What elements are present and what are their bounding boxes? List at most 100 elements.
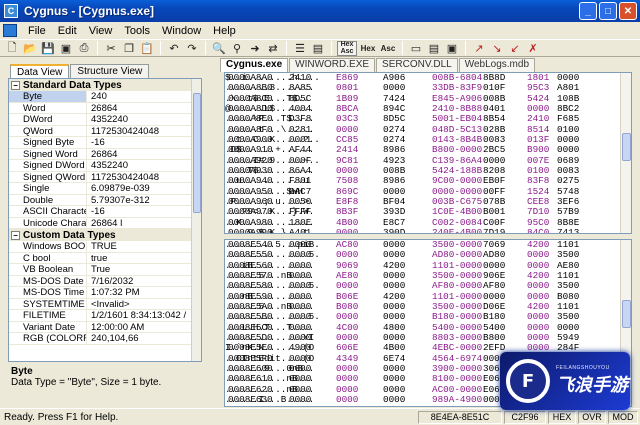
- status-text: Ready. Press F1 for Help.: [4, 411, 119, 423]
- find-next-icon[interactable]: ⚲: [229, 41, 245, 56]
- property-row[interactable]: ASCII Character -16: [9, 206, 201, 218]
- collapse-icon[interactable]: −: [11, 230, 20, 240]
- split-vertical-icon[interactable]: ▤: [426, 41, 442, 56]
- property-row[interactable]: VB Boolean True: [9, 264, 201, 276]
- logo-mark: F: [506, 359, 550, 403]
- tool3-icon[interactable]: ↙: [507, 41, 523, 56]
- tool2-icon[interactable]: ↘: [489, 41, 505, 56]
- property-row[interactable]: Double 5.79307e-312: [9, 194, 201, 206]
- save-all-icon[interactable]: ▣: [58, 41, 74, 56]
- property-row[interactable]: RGB (COLORREF) 240,104,66: [9, 333, 201, 345]
- menu-file[interactable]: File: [22, 25, 52, 37]
- property-name: Byte: [9, 91, 87, 102]
- tab-structure-view[interactable]: Structure View: [70, 64, 150, 78]
- undo-icon[interactable]: ↶: [166, 41, 182, 56]
- print-icon[interactable]: ⎙: [76, 41, 92, 56]
- menu-help[interactable]: Help: [207, 25, 242, 37]
- find-icon[interactable]: 🔍: [211, 41, 227, 56]
- properties-icon[interactable]: ▤: [310, 41, 326, 56]
- scrollbar-thumb[interactable]: [622, 300, 631, 328]
- cut-icon[interactable]: ✂: [103, 41, 119, 56]
- property-row[interactable]: C bool true: [9, 252, 201, 264]
- tab-weblogs-mdb[interactable]: WebLogs.mdb: [458, 58, 535, 72]
- property-row[interactable]: Signed Word 26864: [9, 148, 201, 160]
- tab-serconv-dll[interactable]: SERCONV.DLL: [376, 58, 458, 72]
- hex-bytes: 6F74: [383, 405, 405, 406]
- toolbar-separator: [205, 41, 206, 55]
- hex-button[interactable]: Hex: [359, 41, 377, 56]
- copy-icon[interactable]: ❐: [121, 41, 137, 56]
- property-group[interactable]: − Custom Data Types: [9, 229, 201, 241]
- asc-button[interactable]: Asc: [379, 41, 397, 56]
- window-icon[interactable]: ▣: [444, 41, 460, 56]
- property-row[interactable]: QWord 1172530424048: [9, 125, 201, 137]
- goto-icon[interactable]: ➜: [247, 41, 263, 56]
- tab-cygnus-exe[interactable]: Cygnus.exe: [220, 58, 289, 72]
- menu-view[interactable]: View: [83, 25, 119, 37]
- property-value: 240: [91, 91, 107, 102]
- split-horizontal-icon[interactable]: ▭: [408, 41, 424, 56]
- property-grid: − Standard Data Types Byte 240 Word 26864 DWor…: [8, 78, 202, 362]
- menu-tools[interactable]: Tools: [118, 25, 156, 37]
- vertical-scrollbar[interactable]: [191, 79, 201, 361]
- vertical-scrollbar[interactable]: [620, 73, 631, 233]
- paste-icon[interactable]: 📋: [139, 41, 155, 56]
- property-row[interactable]: Unicode Character 26864 ǀ: [9, 217, 201, 229]
- toolbar-separator: [160, 41, 161, 55]
- property-value: 26864: [91, 148, 118, 160]
- hex-bytes: 5320-636F: [432, 405, 482, 406]
- status-mod-flag: MOD: [608, 411, 638, 424]
- property-row[interactable]: Single 6.09879e-039: [9, 183, 201, 195]
- description-title: Byte: [11, 366, 33, 377]
- property-value: 12:00:00 AM: [91, 321, 145, 333]
- save-icon[interactable]: 💾: [40, 41, 56, 56]
- tab-winword-exe[interactable]: WINWORD.EXE: [289, 58, 376, 72]
- property-row[interactable]: MS-DOS Date 7/16/2032: [9, 275, 201, 287]
- undefined: ..CIotS coByotUI: [225, 405, 314, 406]
- property-row[interactable]: MS-DOS Time 1:07:32 PM: [9, 287, 201, 299]
- tool4-icon[interactable]: ✗: [525, 41, 541, 56]
- hex-bytes: 0000: [336, 394, 359, 406]
- property-value: 1:07:32 PM: [91, 287, 140, 298]
- property-row[interactable]: SYSTEMTIME <Invalid>: [9, 298, 201, 310]
- new-icon[interactable]: 🗋: [4, 41, 20, 56]
- status-hex-mode: HEX: [548, 411, 576, 424]
- tab-data-view[interactable]: Data View: [10, 64, 70, 79]
- property-group-title: Custom Data Types: [23, 229, 116, 241]
- redo-icon[interactable]: ↷: [184, 41, 200, 56]
- property-name: Variant Date: [9, 321, 87, 332]
- menu-edit[interactable]: Edit: [52, 25, 83, 37]
- hex-bytes: 4349: [336, 405, 358, 406]
- property-row[interactable]: Word 26864: [9, 102, 201, 114]
- tool1-icon[interactable]: ↗: [471, 41, 487, 56]
- property-group[interactable]: − Standard Data Types: [9, 79, 201, 91]
- property-name: C bool: [9, 252, 87, 263]
- document-icon[interactable]: [3, 24, 17, 37]
- description-text: Data Type = "Byte", Size = 1 byte.: [11, 377, 162, 388]
- collapse-icon[interactable]: −: [11, 80, 20, 90]
- bookmark-icon[interactable]: ☰: [292, 41, 308, 56]
- property-row[interactable]: DWord 4352240: [9, 114, 201, 126]
- scrollbar-thumb[interactable]: [193, 93, 201, 213]
- property-row[interactable]: Byte 240: [9, 91, 201, 103]
- property-row[interactable]: Signed Byte -16: [9, 137, 201, 149]
- property-name: MS-DOS Time: [9, 287, 87, 298]
- maximize-button[interactable]: □: [599, 2, 617, 20]
- toolbar-separator: [331, 41, 332, 55]
- property-name: Signed Word: [9, 148, 87, 159]
- open-icon[interactable]: 📂: [22, 41, 38, 56]
- property-row[interactable]: Variant Date 12:00:00 AM: [9, 321, 201, 333]
- menu-window[interactable]: Window: [156, 25, 207, 37]
- minimize-button[interactable]: _: [579, 2, 597, 20]
- property-row[interactable]: Signed QWord 1172530424048: [9, 171, 201, 183]
- property-name: Signed DWord: [9, 160, 87, 171]
- close-button[interactable]: ✕: [619, 2, 637, 20]
- replace-icon[interactable]: ⇄: [265, 41, 281, 56]
- hex-bytes: 989A-4900: [432, 394, 483, 406]
- property-row[interactable]: Signed DWord 4352240: [9, 160, 201, 172]
- property-row[interactable]: FILETIME 1/2/1601 8:34:13:042 /: [9, 310, 201, 322]
- hex-view-top[interactable]: 0000A8A0 2410 E869 A906 008B-6804 8B8D 1801 000…: [224, 72, 632, 234]
- property-row[interactable]: Windows BOOL TRUE: [9, 241, 201, 253]
- hex-asc-button[interactable]: Hex Asc: [337, 40, 357, 56]
- scrollbar-thumb[interactable]: [622, 133, 631, 161]
